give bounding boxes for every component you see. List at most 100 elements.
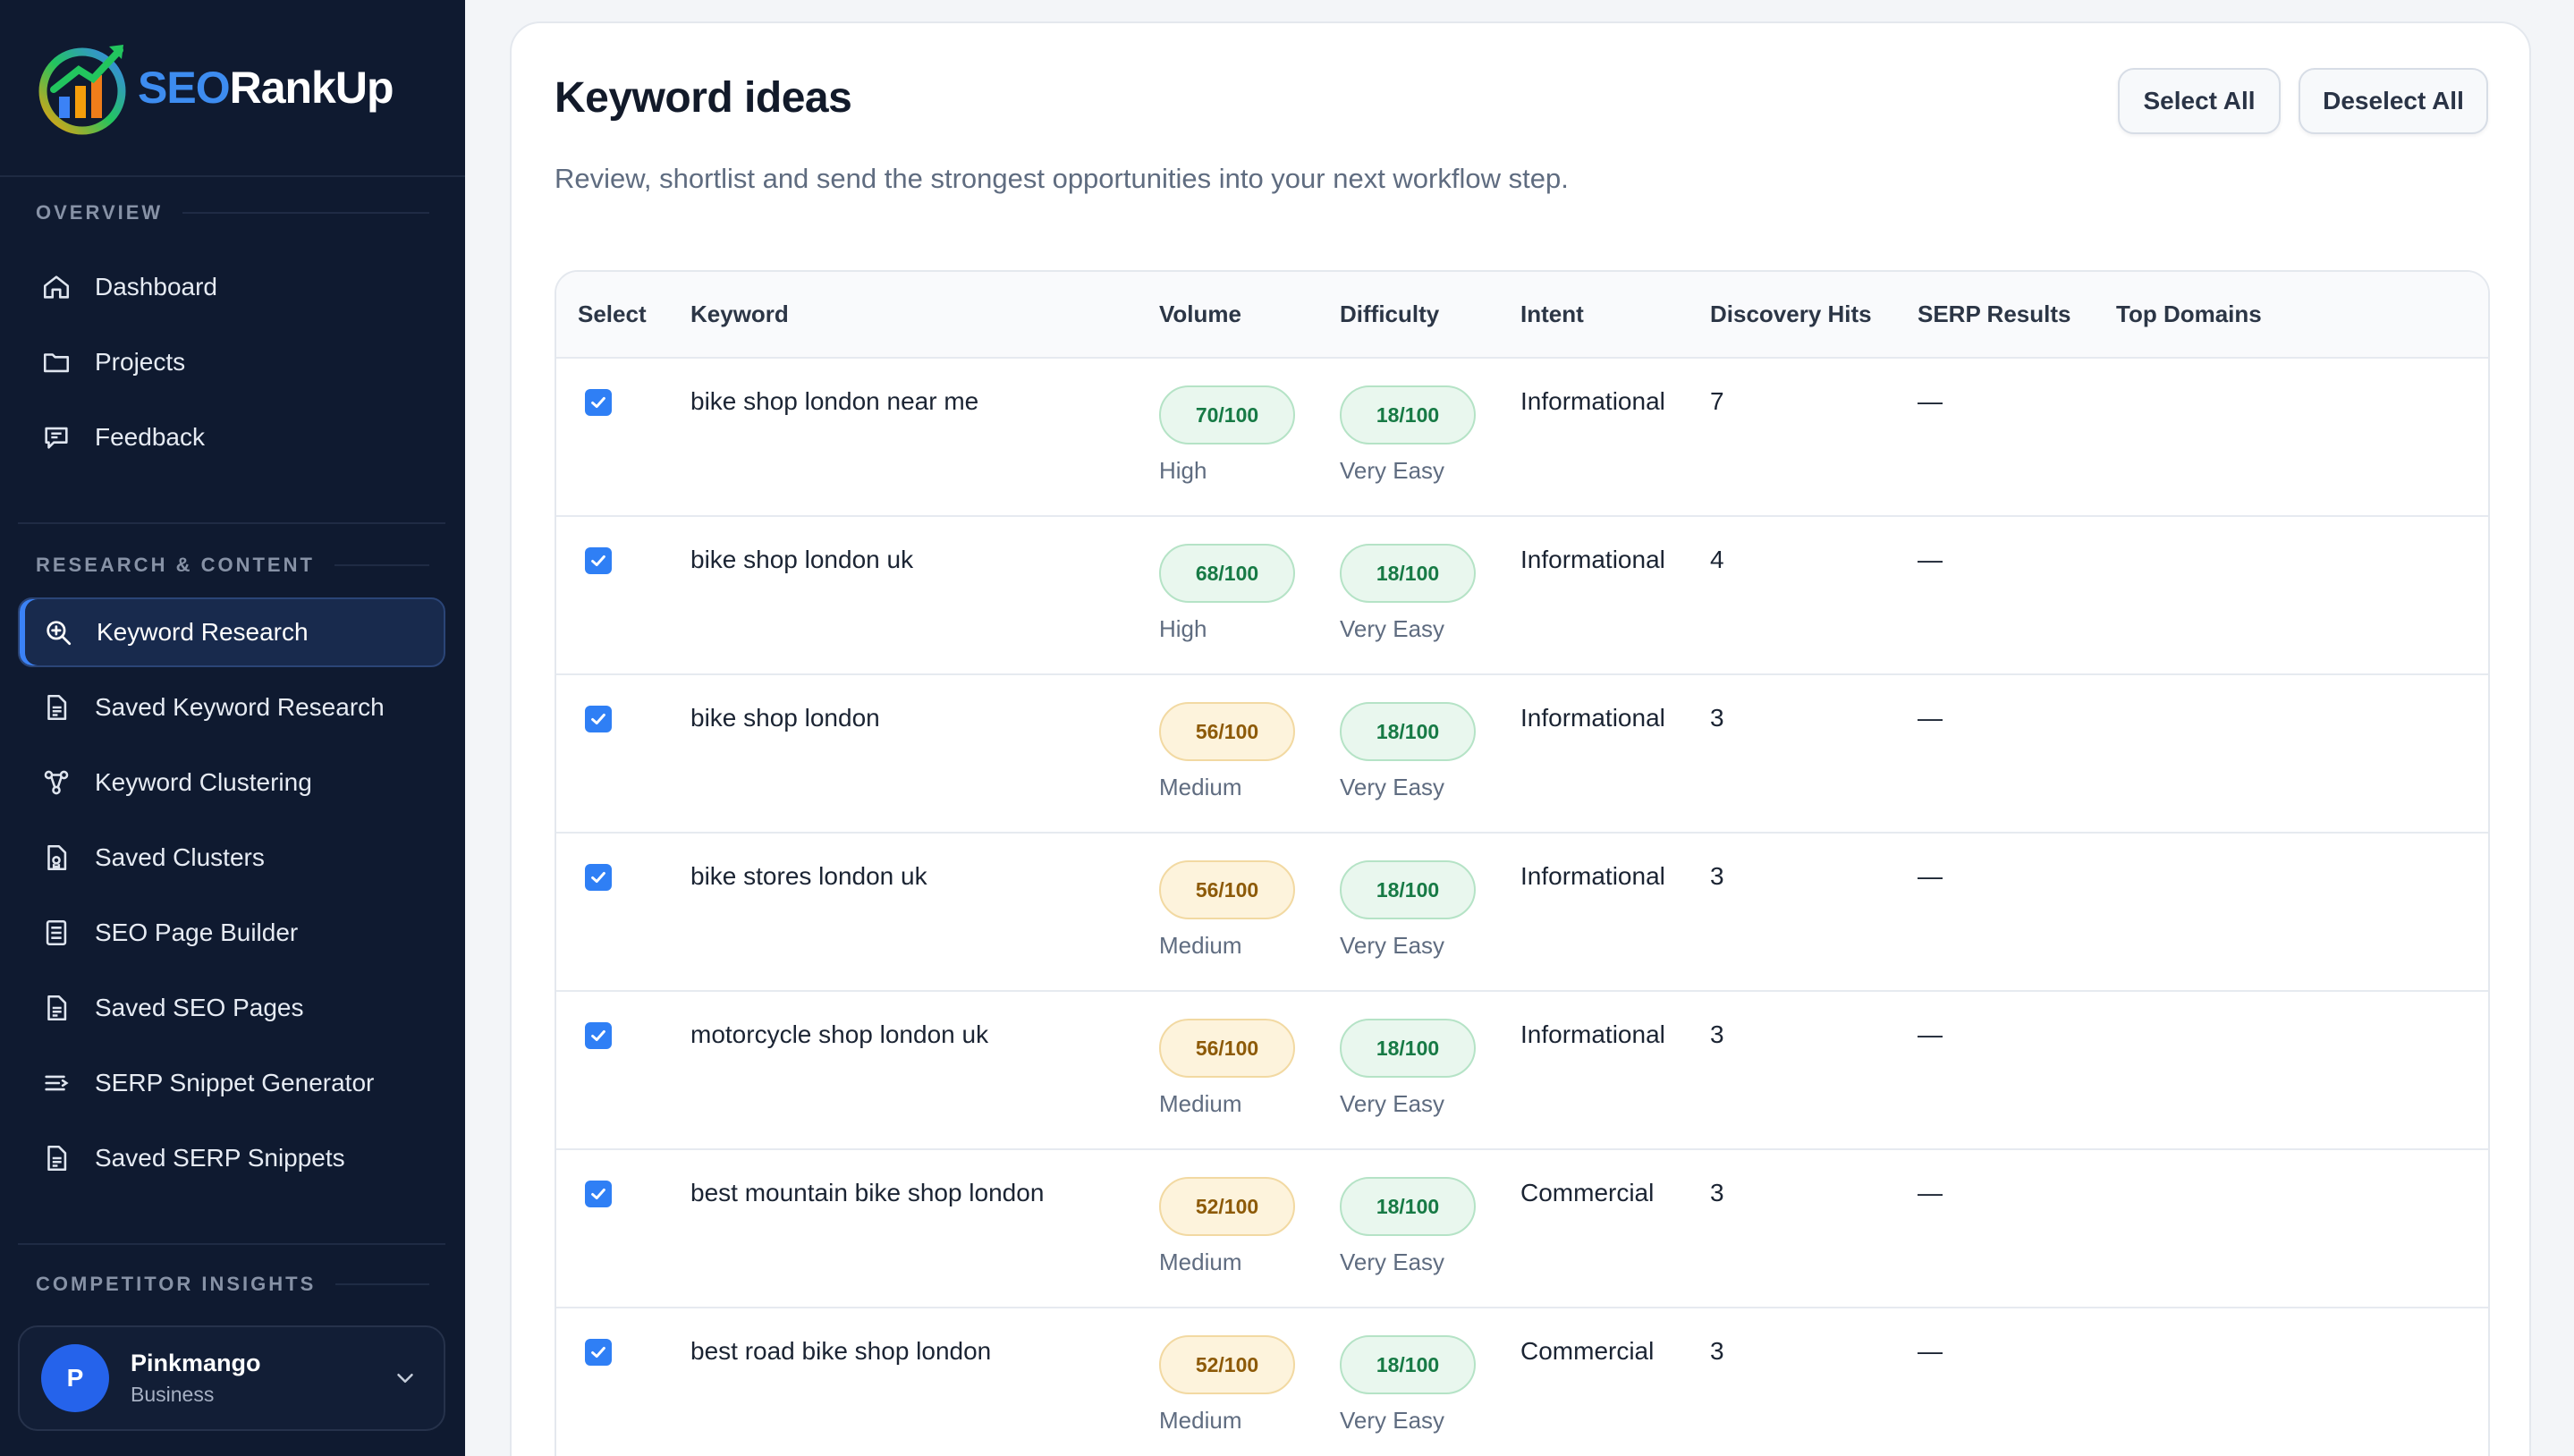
intent-cell: Commercial bbox=[1499, 1308, 1689, 1456]
difficulty-label: Very Easy bbox=[1340, 457, 1445, 484]
user-plan: Business bbox=[131, 1383, 215, 1406]
difficulty-cell: 18/100 Very Easy bbox=[1318, 516, 1499, 675]
difficulty-label: Very Easy bbox=[1340, 1249, 1445, 1275]
sidebar-item-seo-page-builder[interactable]: SEO Page Builder bbox=[18, 898, 445, 968]
table-row[interactable]: bike shop london 56/100 Medium 18/100 Ve… bbox=[556, 674, 2488, 834]
top-domains-cell bbox=[2095, 833, 2488, 992]
discovery-hits-cell: 3 bbox=[1689, 1308, 1896, 1456]
row-checkbox[interactable] bbox=[585, 389, 612, 416]
table-row[interactable]: bike shop london near me 70/100 High 18/… bbox=[556, 358, 2488, 517]
select-cell bbox=[556, 674, 669, 834]
row-checkbox[interactable] bbox=[585, 547, 612, 574]
volume-cell: 56/100 Medium bbox=[1138, 991, 1318, 1150]
column-header-volume[interactable]: Volume bbox=[1138, 272, 1318, 359]
column-header-difficulty[interactable]: Difficulty bbox=[1318, 272, 1499, 359]
table-row[interactable]: bike shop london uk 68/100 High 18/100 V… bbox=[556, 516, 2488, 675]
intent-cell: Commercial bbox=[1499, 1149, 1689, 1308]
select-cell bbox=[556, 1308, 669, 1456]
volume-badge: 52/100 bbox=[1159, 1177, 1295, 1236]
difficulty-badge: 18/100 bbox=[1340, 544, 1476, 603]
checkmark-icon bbox=[591, 1188, 605, 1200]
discovery-hits-cell: 7 bbox=[1689, 358, 1896, 517]
brand[interactable]: SEORankUp bbox=[0, 0, 465, 177]
column-header-select[interactable]: Select bbox=[556, 272, 669, 359]
row-checkbox[interactable] bbox=[585, 864, 612, 891]
checkmark-icon bbox=[591, 871, 605, 884]
document-icon bbox=[47, 694, 67, 721]
sidebar-item-keyword-clustering[interactable]: Keyword Clustering bbox=[18, 748, 445, 817]
volume-badge: 56/100 bbox=[1159, 702, 1295, 761]
home-icon bbox=[43, 275, 70, 299]
sidebar-item-label: Keyword Research bbox=[97, 618, 309, 646]
sidebar-item-label: Saved Clusters bbox=[95, 843, 265, 871]
table-row[interactable]: best road bike shop london 52/100 Medium… bbox=[556, 1308, 2488, 1456]
section-overview: OVERVIEW bbox=[0, 195, 465, 231]
volume-cell: 52/100 Medium bbox=[1138, 1149, 1318, 1308]
sidebar-item-label: Saved SEO Pages bbox=[95, 994, 304, 1021]
brand-seo: SEO bbox=[138, 63, 231, 113]
keyword-table: Select Keyword Volume Difficulty Intent … bbox=[555, 270, 2490, 1456]
brand-name: SEORankUp bbox=[138, 62, 394, 114]
serp-results-cell: — bbox=[1896, 1308, 2095, 1456]
top-domains-cell bbox=[2095, 516, 2488, 675]
volume-cell: 68/100 High bbox=[1138, 516, 1318, 675]
difficulty-cell: 18/100 Very Easy bbox=[1318, 1149, 1499, 1308]
difficulty-badge: 18/100 bbox=[1340, 702, 1476, 761]
lines-icon bbox=[45, 1075, 69, 1091]
row-checkbox[interactable] bbox=[585, 1339, 612, 1366]
section-competitor-insights: COMPETITOR INSIGHTS bbox=[0, 1266, 465, 1302]
select-cell bbox=[556, 358, 669, 517]
column-header-top-domains[interactable]: Top Domains bbox=[2095, 272, 2488, 359]
sidebar-item-label: Dashboard bbox=[95, 273, 217, 301]
column-header-discovery-hits[interactable]: Discovery Hits bbox=[1689, 272, 1896, 359]
discovery-hits-cell: 3 bbox=[1689, 674, 1896, 834]
table-row[interactable]: best mountain bike shop london 52/100 Me… bbox=[556, 1149, 2488, 1308]
sidebar-item-saved-seo-pages[interactable]: Saved SEO Pages bbox=[18, 973, 445, 1043]
sidebar-item-label: Saved Keyword Research bbox=[95, 693, 385, 721]
sidebar-item-feedback[interactable]: Feedback bbox=[18, 402, 445, 472]
sidebar-item-projects[interactable]: Projects bbox=[18, 327, 445, 397]
top-domains-cell bbox=[2095, 1149, 2488, 1308]
sidebar-item-dashboard[interactable]: Dashboard bbox=[18, 252, 445, 322]
keyword-cell: best mountain bike shop london bbox=[669, 1149, 1138, 1308]
sidebar-item-serp-snippet-generator[interactable]: SERP Snippet Generator bbox=[18, 1048, 445, 1118]
page-subtitle: Review, shortlist and send the strongest… bbox=[555, 163, 1569, 194]
volume-cell: 56/100 Medium bbox=[1138, 674, 1318, 834]
top-domains-cell bbox=[2095, 1308, 2488, 1456]
checkmark-icon bbox=[591, 1346, 605, 1359]
serp-results-cell: — bbox=[1896, 674, 2095, 834]
section-research-content: RESEARCH & CONTENT bbox=[0, 547, 465, 583]
column-header-intent[interactable]: Intent bbox=[1499, 272, 1689, 359]
document-icon bbox=[47, 995, 67, 1021]
table-row[interactable]: motorcycle shop london uk 56/100 Medium … bbox=[556, 991, 2488, 1150]
row-checkbox[interactable] bbox=[585, 1181, 612, 1207]
keyword-cell: bike shop london near me bbox=[669, 358, 1138, 517]
sidebar-item-saved-keyword-research[interactable]: Saved Keyword Research bbox=[18, 673, 445, 742]
column-header-keyword[interactable]: Keyword bbox=[669, 272, 1138, 359]
select-cell bbox=[556, 516, 669, 675]
table-row[interactable]: bike stores london uk 56/100 Medium 18/1… bbox=[556, 833, 2488, 992]
sidebar-item-saved-clusters[interactable]: Saved Clusters bbox=[18, 823, 445, 893]
user-menu[interactable]: P Pinkmango Business bbox=[18, 1325, 445, 1431]
discovery-hits-cell: 3 bbox=[1689, 1149, 1896, 1308]
column-header-serp-results[interactable]: SERP Results bbox=[1896, 272, 2095, 359]
volume-label: Medium bbox=[1159, 1407, 1242, 1434]
section-research-label: RESEARCH & CONTENT bbox=[36, 554, 315, 576]
discovery-hits-cell: 3 bbox=[1689, 991, 1896, 1150]
difficulty-cell: 18/100 Very Easy bbox=[1318, 991, 1499, 1150]
page-title: Keyword ideas bbox=[555, 74, 852, 122]
difficulty-cell: 18/100 Very Easy bbox=[1318, 833, 1499, 992]
select-all-button[interactable]: Select All bbox=[2118, 68, 2281, 134]
deselect-all-button[interactable]: Deselect All bbox=[2299, 68, 2488, 134]
document-icon bbox=[47, 1145, 67, 1172]
volume-badge: 56/100 bbox=[1159, 860, 1295, 919]
sidebar-item-saved-serp-snippets[interactable]: Saved SERP Snippets bbox=[18, 1123, 445, 1193]
intent-cell: Informational bbox=[1499, 674, 1689, 834]
user-meta: Pinkmango Business bbox=[131, 1350, 392, 1407]
difficulty-label: Very Easy bbox=[1340, 774, 1445, 800]
volume-label: Medium bbox=[1159, 932, 1242, 959]
row-checkbox[interactable] bbox=[585, 1022, 612, 1049]
sidebar-item-keyword-research[interactable]: Keyword Research bbox=[18, 597, 445, 667]
sidebar-item-label: Keyword Clustering bbox=[95, 768, 312, 796]
row-checkbox[interactable] bbox=[585, 706, 612, 732]
